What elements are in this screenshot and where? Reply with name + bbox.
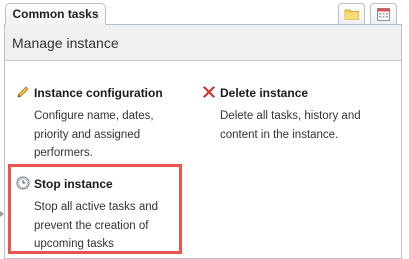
calendar-button[interactable] — [370, 3, 397, 25]
description-line: content in the instance. — [220, 128, 339, 141]
common-tasks-window: Common tasks Manage instance Instance co… — [0, 0, 409, 259]
panel-header: Manage instance — [5, 25, 401, 61]
delete-instance-action[interactable]: Delete instance Delete all tasks, histor… — [202, 86, 392, 146]
side-arrow-marker — [0, 211, 4, 217]
delete-instance-title: Delete instance — [220, 86, 309, 100]
delete-x-icon — [203, 86, 215, 98]
description-line: priority and assigned — [34, 128, 141, 141]
panel-title: Manage instance — [12, 35, 119, 51]
tab-strip: Common tasks — [0, 0, 409, 25]
folder-icon — [344, 9, 359, 20]
pencil-icon — [17, 86, 29, 98]
instance-configuration-action[interactable]: Instance configuration Configure name, d… — [16, 86, 191, 166]
folder-button[interactable] — [338, 3, 365, 25]
tab-common-tasks[interactable]: Common tasks — [5, 3, 106, 25]
delete-instance-description: Delete all tasks, history and content in… — [220, 107, 361, 144]
description-line: performers. — [34, 147, 93, 159]
tab-label: Common tasks — [12, 7, 99, 21]
instance-configuration-title: Instance configuration — [34, 86, 163, 100]
calendar-icon — [377, 8, 390, 21]
instance-configuration-description: Configure name, dates, priority and assi… — [34, 107, 154, 163]
stop-instance-highlight — [8, 164, 182, 254]
description-line: Delete all tasks, history and — [220, 110, 361, 122]
description-line: Configure name, dates, — [34, 110, 154, 122]
